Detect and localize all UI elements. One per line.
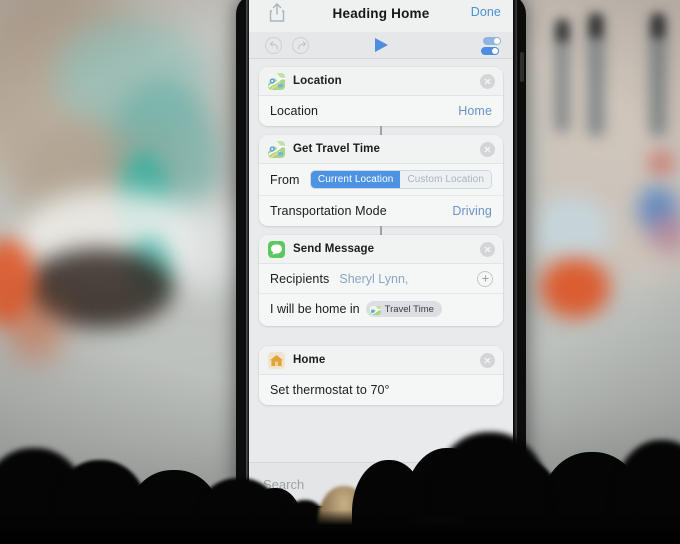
done-button[interactable]: Done	[471, 5, 501, 19]
action-row-from: From Current Location Custom Location	[259, 164, 503, 196]
segment-current-location[interactable]: Current Location	[310, 171, 401, 188]
action-card-header: Get Travel Time	[259, 135, 503, 164]
action-row-recipients[interactable]: Recipients Sheryl Lynn,	[259, 264, 503, 294]
editor-toolbar	[249, 32, 513, 59]
settings-toggles-icon[interactable]	[481, 37, 501, 55]
from-segmented-control[interactable]: Current Location Custom Location	[309, 170, 492, 189]
play-icon[interactable]	[375, 38, 388, 52]
action-card-title: Location	[293, 75, 342, 87]
action-card-header: Send Message	[259, 235, 503, 264]
undo-icon[interactable]	[265, 37, 282, 54]
row-value[interactable]: Home	[458, 104, 492, 118]
maps-app-icon	[268, 72, 285, 90]
maps-app-icon	[268, 140, 285, 158]
action-card-get-travel-time[interactable]: Get Travel Time From Current Location Cu…	[259, 135, 503, 226]
action-row-location[interactable]: Location Home	[259, 96, 503, 126]
action-card-title: Get Travel Time	[293, 143, 380, 155]
toggle-switch-bottom	[481, 47, 499, 55]
action-card-location[interactable]: Location Location Home	[259, 67, 503, 126]
screenshot-stage: Heading Home Done Location Location Home…	[0, 0, 680, 544]
toggle-switch-top	[483, 37, 501, 45]
recipient-value[interactable]: Sheryl Lynn,	[339, 272, 408, 286]
row-label: From	[270, 172, 300, 187]
recipients-group: Recipients Sheryl Lynn,	[270, 272, 408, 286]
row-label: Location	[270, 104, 319, 118]
action-row-message-body[interactable]: I will be home in Travel Time	[259, 294, 503, 326]
row-label: Transportation Mode	[270, 204, 387, 218]
action-card-header: Location	[259, 67, 503, 96]
messages-app-icon	[268, 240, 285, 258]
card-connector-line	[380, 226, 382, 235]
close-circle-icon[interactable]	[480, 242, 495, 257]
row-value[interactable]: Driving	[452, 204, 492, 218]
row-label: Recipients	[270, 271, 330, 286]
navigation-bar: Heading Home Done	[249, 0, 513, 32]
segment-custom-location[interactable]: Custom Location	[400, 171, 491, 188]
action-row-transportation-mode[interactable]: Transportation Mode Driving	[259, 196, 503, 226]
share-icon[interactable]	[267, 2, 287, 24]
variable-token-travel-time[interactable]: Travel Time	[365, 301, 442, 317]
token-label: Travel Time	[384, 303, 434, 315]
device-side-button[interactable]	[520, 52, 524, 82]
maps-app-icon	[369, 304, 381, 315]
redo-icon[interactable]	[292, 37, 309, 54]
audience-shoulder-band	[0, 510, 680, 544]
card-gap	[259, 326, 503, 346]
plus-circle-icon[interactable]	[477, 270, 493, 287]
audience-silhouettes	[0, 364, 680, 544]
close-circle-icon[interactable]	[480, 142, 495, 157]
close-circle-icon[interactable]	[480, 74, 495, 89]
action-card-title: Send Message	[293, 243, 375, 255]
card-connector-line	[380, 126, 382, 135]
action-card-send-message[interactable]: Send Message Recipients Sheryl Lynn, I w…	[259, 235, 503, 326]
message-text: I will be home in	[270, 302, 360, 316]
